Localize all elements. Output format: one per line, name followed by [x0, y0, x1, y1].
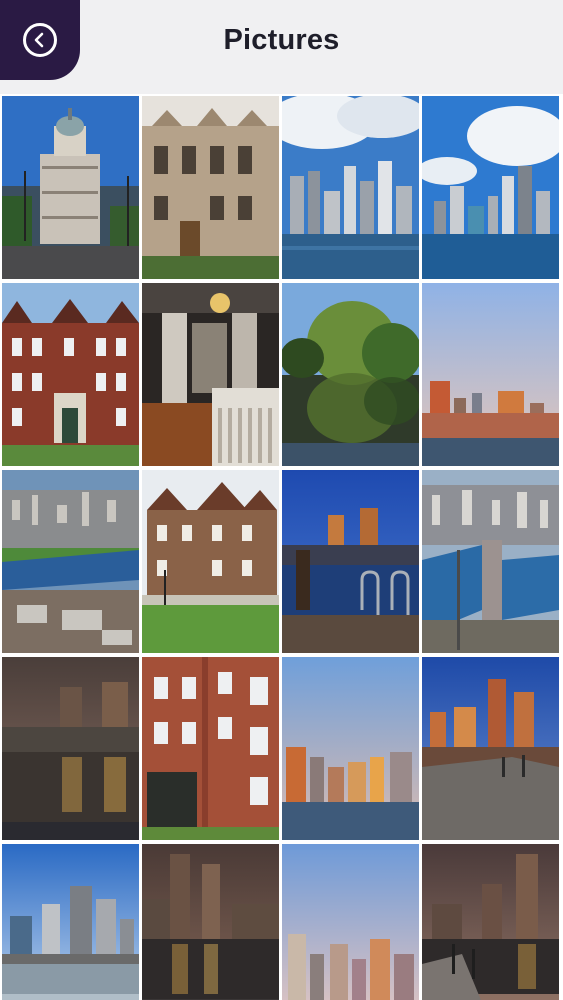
photo-image: [142, 844, 279, 1000]
photo-image: [2, 96, 139, 279]
photo-thumbnail[interactable]: [2, 844, 139, 1000]
photo-thumbnail[interactable]: [422, 657, 559, 840]
photo-image: [282, 657, 419, 840]
photo-thumbnail[interactable]: [2, 96, 139, 279]
photo-image: [422, 283, 559, 466]
photo-thumbnail[interactable]: [142, 470, 279, 653]
photo-image: [142, 470, 279, 653]
photo-thumbnail[interactable]: [2, 657, 139, 840]
photo-image: [282, 96, 419, 279]
photo-image: [422, 470, 559, 653]
photo-thumbnail[interactable]: [422, 470, 559, 653]
photo-thumbnail[interactable]: [422, 96, 559, 279]
photo-thumbnail[interactable]: [282, 657, 419, 840]
photo-image: [422, 844, 559, 1000]
photo-thumbnail[interactable]: [142, 844, 279, 1000]
photo-image: [282, 283, 419, 466]
photo-thumbnail[interactable]: [282, 470, 419, 653]
photo-image: [422, 657, 559, 840]
photo-thumbnail[interactable]: [142, 657, 279, 840]
photo-thumbnail[interactable]: [282, 283, 419, 466]
photo-thumbnail[interactable]: [282, 96, 419, 279]
photo-image: [142, 96, 279, 279]
photo-thumbnail[interactable]: [422, 844, 559, 1000]
photo-thumbnail[interactable]: [2, 470, 139, 653]
page-title: Pictures: [223, 24, 340, 56]
photo-thumbnail[interactable]: [142, 283, 279, 466]
photo-image: [2, 470, 139, 653]
photo-thumbnail[interactable]: [282, 844, 419, 1000]
photo-image: [2, 844, 139, 1000]
photo-image: [142, 657, 279, 840]
photo-grid: [2, 94, 561, 1000]
photo-image: [282, 470, 419, 653]
photo-image: [2, 657, 139, 840]
photo-image: [2, 283, 139, 466]
photo-image: [422, 96, 559, 279]
photo-thumbnail[interactable]: [142, 96, 279, 279]
photo-thumbnail[interactable]: [422, 283, 559, 466]
app-header: Pictures: [0, 0, 563, 94]
photo-thumbnail[interactable]: [2, 283, 139, 466]
photo-image: [142, 283, 279, 466]
photo-image: [282, 844, 419, 1000]
